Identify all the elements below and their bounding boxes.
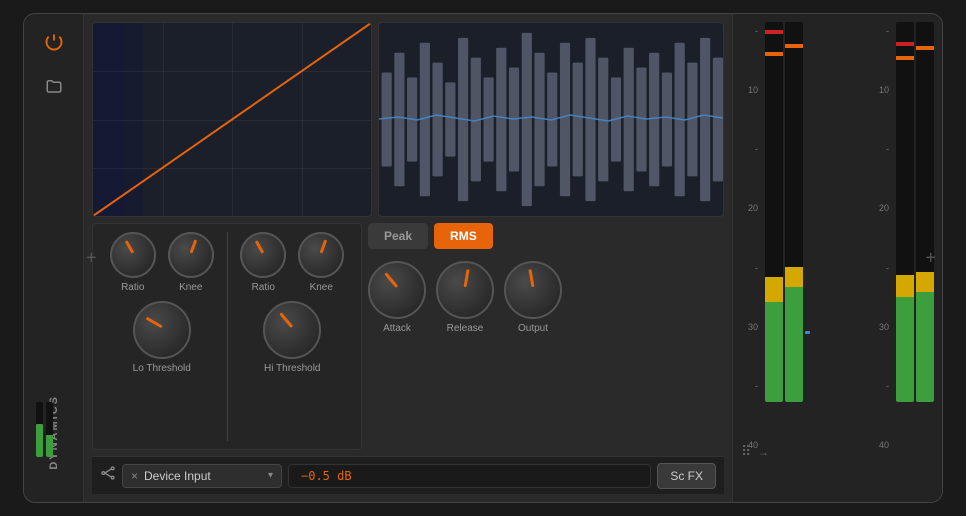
hi-knee-knob[interactable] (298, 232, 344, 278)
dropdown-arrow-icon[interactable]: ▾ (268, 470, 273, 481)
main-content: Ratio Knee Lo Threshold (84, 14, 732, 502)
sc-fx-button[interactable]: Sc FX (657, 463, 716, 489)
meter-bar-4 (916, 22, 934, 402)
waveform-area (378, 22, 724, 217)
meter-yellow-1 (765, 277, 783, 302)
meter-green-4 (916, 292, 934, 402)
hi-ratio-label: Ratio (252, 282, 275, 293)
meter-label-r-mid: - (872, 144, 892, 154)
meter-peak-orange-1 (765, 52, 783, 56)
right-controls: Peak RMS Attack Release Output (368, 223, 724, 450)
meter-bar-2 (785, 22, 803, 402)
meter-label-mid3: - (743, 381, 761, 391)
meter-label-r-mid3: - (872, 381, 892, 391)
hi-threshold-group: Hi Threshold (263, 301, 321, 374)
lo-threshold-label: Lo Threshold (133, 363, 191, 374)
meter-labels: - 10 - 20 - 30 - 40 (741, 22, 763, 454)
meter-label-r-20: 20 (872, 203, 892, 213)
release-label: Release (447, 323, 484, 334)
meter-yellow-2 (785, 267, 803, 287)
hi-knee-label: Knee (310, 282, 333, 293)
meter-peak-1 (765, 30, 783, 34)
lo-ratio-knob[interactable] (110, 232, 156, 278)
lo-knee-label: Knee (179, 282, 202, 293)
db-value: −0.5 dB (301, 469, 352, 483)
meter-green-1 (765, 302, 783, 402)
meter-label-r-top: - (872, 26, 892, 36)
meter-label-r-mid2: - (872, 263, 892, 273)
output-knob[interactable] (504, 261, 562, 319)
threshold-box: Ratio Knee Lo Threshold (92, 223, 362, 450)
output-label: Output (518, 323, 548, 334)
device-input-label: Device Input (144, 469, 262, 483)
hi-knee-group: Knee (298, 232, 344, 293)
folder-button[interactable] (38, 70, 70, 102)
remove-device-icon[interactable]: × (131, 469, 138, 483)
attack-group: Attack (368, 261, 426, 334)
lo-knee-group: Knee (168, 232, 214, 293)
meter-bar-1 (765, 22, 783, 402)
meters-wrapper: - 10 - 20 - 30 - 40 (741, 22, 934, 494)
rms-button[interactable]: RMS (434, 223, 493, 249)
route-icon[interactable] (100, 465, 116, 486)
meter-label-10: 10 (743, 85, 761, 95)
hi-ratio-knob[interactable] (240, 232, 286, 278)
meter-label-30: 30 (743, 322, 761, 332)
lo-ratio-label: Ratio (121, 282, 144, 293)
meter-yellow-4 (916, 272, 934, 292)
peak-rms-row: Peak RMS (368, 223, 724, 249)
attack-knob[interactable] (368, 261, 426, 319)
meter-green-3 (896, 297, 914, 402)
gain-reduction-indicator (805, 22, 810, 454)
bottom-bar: × Device Input ▾ −0.5 dB Sc FX (92, 456, 724, 494)
meter-label-r-10: 10 (872, 85, 892, 95)
meter-peak-4 (916, 46, 934, 50)
lo-threshold-group: Lo Threshold (133, 301, 191, 374)
hi-threshold-label: Hi Threshold (264, 363, 321, 374)
mini-meters-left (36, 402, 53, 457)
release-group: Release (436, 261, 494, 334)
lo-ratio-group: Ratio (110, 232, 156, 293)
meter-labels-right: - 10 - 20 - 30 - 40 (870, 22, 894, 454)
meter-peak-orange-3 (896, 56, 914, 60)
gain-reduction-bar (805, 331, 810, 334)
arrow-right-icon[interactable]: → (757, 445, 769, 459)
top-section (92, 22, 724, 217)
meter-green-2 (785, 287, 803, 402)
meter-bar-3 (896, 22, 914, 402)
hi-ratio-group: Ratio (240, 232, 286, 293)
device-select[interactable]: × Device Input ▾ (122, 464, 282, 488)
lo-threshold-knob[interactable] (133, 301, 191, 359)
power-button[interactable] (38, 26, 70, 58)
add-left-button[interactable]: + (86, 248, 97, 269)
meter-section: - 10 - 20 - 30 - 40 (732, 14, 942, 502)
attack-release-output: Attack Release Output (368, 261, 724, 334)
lo-knee-knob[interactable] (168, 232, 214, 278)
meter-peak-3 (896, 42, 914, 46)
plugin-container: DYNAMICS + (23, 13, 943, 503)
meter-group-2 (896, 22, 934, 454)
db-display: −0.5 dB (288, 464, 651, 488)
hi-threshold-knob[interactable] (263, 301, 321, 359)
meter-yellow-3 (896, 275, 914, 297)
meter-group-1 (765, 22, 803, 454)
dots-icon[interactable]: ⠿ (741, 443, 751, 460)
release-knob[interactable] (436, 261, 494, 319)
bottom-left-icons: ⠿ → (741, 443, 769, 460)
peak-button[interactable]: Peak (368, 223, 428, 249)
meter-label-r-40: 40 (872, 440, 892, 450)
meter-label-20: 20 (743, 203, 761, 213)
graph-area (92, 22, 372, 217)
meter-label-mid: - (743, 144, 761, 154)
meter-label-mid2: - (743, 263, 761, 273)
left-sidebar: DYNAMICS (24, 14, 84, 502)
meter-label-r-30: 30 (872, 322, 892, 332)
controls-section: Ratio Knee Lo Threshold (92, 223, 724, 450)
output-group: Output (504, 261, 562, 334)
meter-label-top: - (743, 26, 761, 36)
add-right-button[interactable]: + (925, 248, 936, 269)
attack-label: Attack (383, 323, 411, 334)
meter-peak-2 (785, 44, 803, 48)
